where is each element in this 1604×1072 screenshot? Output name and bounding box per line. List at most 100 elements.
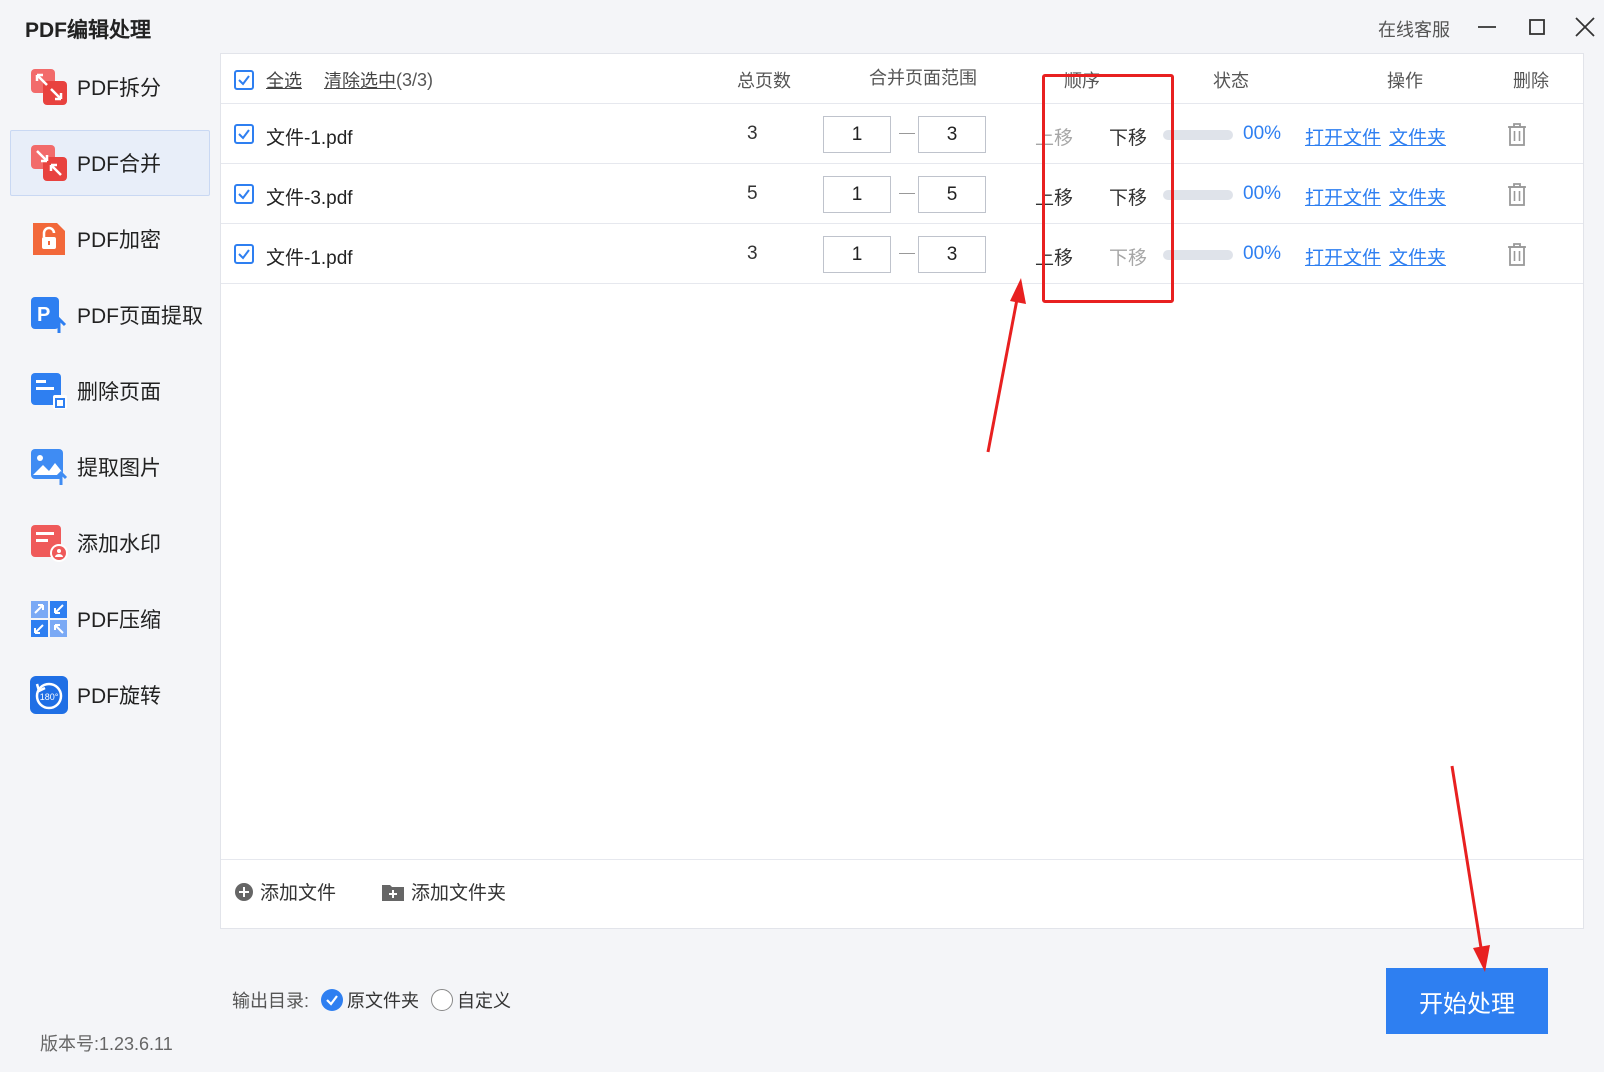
sidebar-item-label: PDF页面提取 [77, 305, 203, 328]
open-file-link[interactable]: 打开文件 [1305, 183, 1381, 210]
open-folder-link[interactable]: 文件夹 [1389, 183, 1446, 210]
sidebar-item-rotate[interactable]: 180° PDF旋转 [10, 662, 210, 728]
maximize-button[interactable] [1522, 12, 1552, 42]
range-from-input[interactable]: 1 [823, 116, 891, 153]
sidebar-item-merge[interactable]: PDF合并 [10, 130, 210, 196]
range-to-input[interactable]: 3 [918, 116, 986, 153]
header-total-pages: 总页数 [737, 71, 791, 91]
sidebar-item-image-extract[interactable]: 提取图片 [10, 434, 210, 500]
sidebar-item-label: PDF旋转 [77, 685, 161, 708]
start-processing-button[interactable]: 开始处理 [1386, 968, 1548, 1034]
sidebar-item-page-extract[interactable]: P PDF页面提取 [10, 282, 210, 348]
range-separator [899, 253, 915, 254]
trash-icon[interactable] [1505, 121, 1529, 147]
total-pages: 5 [747, 183, 758, 204]
file-list-panel: 全选 清除选中 (3/3) 总页数 合并页面范围 顺序 状态 操作 删除 文件-… [220, 53, 1584, 929]
trash-icon[interactable] [1505, 181, 1529, 207]
range-to-input[interactable]: 3 [918, 236, 986, 273]
folder-plus-icon [382, 884, 404, 901]
minimize-button[interactable] [1472, 12, 1502, 42]
move-up-button[interactable]: 上移 [1035, 183, 1073, 210]
sidebar-item-delete-page[interactable]: 删除页面 [10, 358, 210, 424]
open-folder-link[interactable]: 文件夹 [1389, 123, 1446, 150]
merge-icon [31, 145, 67, 181]
minimize-icon [1478, 26, 1496, 28]
sidebar-item-label: PDF合并 [77, 153, 161, 176]
move-down-button[interactable]: 下移 [1109, 243, 1147, 270]
header-order: 顺序 [1064, 71, 1100, 91]
range-to-input[interactable]: 5 [918, 176, 986, 213]
header-actions: 操作 [1387, 71, 1423, 91]
option-original-folder-label[interactable]: 原文件夹 [347, 987, 419, 1013]
range-from-input[interactable]: 1 [823, 236, 891, 273]
check-icon [238, 249, 250, 260]
table-row: 文件-1.pdf 3 1 3 上移 下移 00% 打开文件 文件夹 [221, 224, 1583, 284]
sidebar-item-split[interactable]: PDF拆分 [10, 54, 210, 120]
check-icon [238, 189, 250, 200]
status-percent: 00% [1243, 183, 1282, 204]
rotate-icon: 180° [30, 676, 68, 714]
select-all-link[interactable]: 全选 [266, 67, 302, 93]
progress-bar [1163, 130, 1233, 140]
lock-icon [33, 223, 65, 255]
output-label: 输出目录: [232, 991, 310, 1011]
title-bar: PDF编辑处理 在线客服 [0, 0, 1604, 52]
sidebar-item-label: PDF拆分 [77, 77, 161, 100]
open-folder-link[interactable]: 文件夹 [1389, 243, 1446, 270]
add-file-button[interactable]: 添加文件 [234, 878, 336, 905]
option-custom-label[interactable]: 自定义 [457, 987, 511, 1013]
row-checkbox[interactable] [234, 184, 254, 204]
sidebar-item-label: PDF压缩 [77, 609, 161, 632]
clear-selection-link[interactable]: 清除选中 [324, 67, 396, 93]
move-up-button[interactable]: 上移 [1035, 243, 1073, 270]
header-status: 状态 [1213, 71, 1249, 91]
file-name: 文件-1.pdf [266, 128, 353, 149]
sidebar-item-encrypt[interactable]: PDF加密 [10, 206, 210, 272]
select-all-checkbox[interactable] [234, 70, 254, 90]
move-down-button[interactable]: 下移 [1109, 123, 1147, 150]
select-all-group: 全选 清除选中 (3/3) [234, 67, 433, 93]
split-icon [31, 69, 67, 105]
check-icon [238, 129, 250, 140]
radio-custom-folder[interactable] [431, 989, 454, 1011]
range-separator [899, 193, 915, 194]
add-folder-label: 添加文件夹 [411, 883, 507, 904]
check-icon [238, 75, 250, 86]
plus-circle-icon [235, 882, 253, 901]
online-support-link[interactable]: 在线客服 [1378, 16, 1450, 42]
sidebar-item-label: PDF加密 [77, 229, 161, 252]
watermark-icon [31, 525, 68, 562]
range-separator [899, 133, 915, 134]
status-percent: 00% [1243, 243, 1282, 264]
sidebar-item-compress[interactable]: PDF压缩 [10, 586, 210, 652]
file-actions-bar: 添加文件 添加文件夹 [221, 859, 1583, 929]
trash-icon[interactable] [1505, 241, 1529, 267]
range-from-input[interactable]: 1 [823, 176, 891, 213]
sidebar-item-label: 提取图片 [77, 457, 161, 480]
row-checkbox[interactable] [234, 244, 254, 264]
maximize-icon [1529, 19, 1545, 35]
selection-count: (3/3) [396, 69, 434, 90]
table-row: 文件-1.pdf 3 1 3 上移 下移 00% 打开文件 文件夹 [221, 104, 1583, 164]
delete-page-icon [31, 373, 67, 409]
move-down-button[interactable]: 下移 [1109, 183, 1147, 210]
image-extract-icon [31, 449, 68, 485]
progress-bar [1163, 190, 1233, 200]
add-folder-button[interactable]: 添加文件夹 [381, 878, 506, 905]
close-icon [1575, 17, 1595, 37]
row-checkbox[interactable] [234, 124, 254, 144]
total-pages: 3 [747, 123, 758, 144]
radio-original-folder[interactable] [321, 989, 344, 1011]
header-delete: 删除 [1513, 71, 1549, 91]
move-up-button[interactable]: 上移 [1035, 123, 1073, 150]
progress-bar [1163, 250, 1233, 260]
sidebar-item-watermark[interactable]: 添加水印 [10, 510, 210, 576]
svg-text:P: P [37, 304, 50, 326]
sidebar-item-label: 添加水印 [77, 533, 161, 556]
close-button[interactable] [1570, 12, 1600, 42]
open-file-link[interactable]: 打开文件 [1305, 243, 1381, 270]
table-header: 全选 清除选中 (3/3) 总页数 合并页面范围 顺序 状态 操作 删除 [221, 54, 1583, 104]
status-percent: 00% [1243, 123, 1282, 144]
open-file-link[interactable]: 打开文件 [1305, 123, 1381, 150]
compress-icon [31, 601, 67, 637]
